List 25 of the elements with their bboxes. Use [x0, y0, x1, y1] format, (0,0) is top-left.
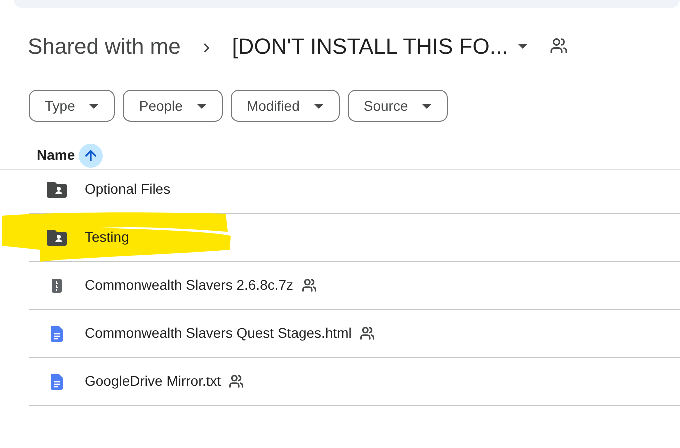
file-name[interactable]: GoogleDrive Mirror.txt — [85, 371, 222, 392]
dropdown-caret-icon — [422, 104, 432, 108]
archive-file-icon — [52, 278, 62, 292]
filter-chip[interactable]: People — [123, 90, 223, 122]
dropdown-caret-icon — [89, 104, 100, 108]
document-file-icon — [51, 326, 63, 342]
sort-ascending-icon — [83, 148, 100, 164]
filter-chip[interactable]: Source — [348, 90, 448, 122]
shared-folder-icon — [47, 182, 67, 198]
file-name[interactable]: Testing — [85, 227, 130, 248]
breadcrumb-link[interactable]: Shared with me — [28, 30, 181, 62]
dropdown-caret-icon — [518, 44, 528, 48]
sort-button[interactable] — [79, 144, 104, 168]
file-name[interactable]: Optional Files — [85, 179, 171, 200]
dropdown-caret-icon — [314, 104, 324, 108]
dropdown-caret-icon — [196, 104, 207, 108]
filter-chip[interactable]: Modified — [230, 90, 340, 122]
filter-chip[interactable]: Type — [29, 90, 116, 122]
name-column-header[interactable]: Name — [37, 145, 76, 166]
breadcrumb-separator: › — [202, 32, 210, 60]
file-name[interactable]: Commonwealth Slavers 2.6.8c.7z — [85, 275, 294, 296]
document-file-icon — [51, 374, 63, 390]
current-folder-button[interactable]: [DON'T INSTALL THIS FO... — [232, 30, 528, 62]
shared-people-icon — [550, 37, 568, 55]
file-name[interactable]: Commonwealth Slavers Quest Stages.html — [85, 323, 352, 344]
